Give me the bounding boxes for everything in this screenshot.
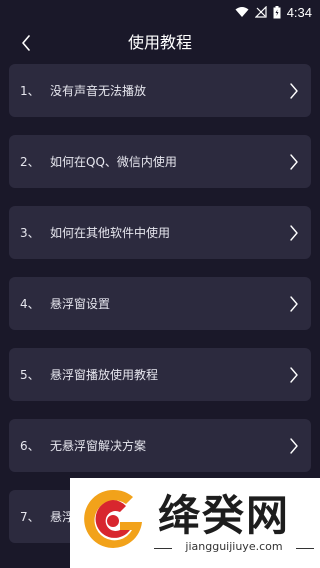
- chevron-right-icon: [290, 437, 298, 454]
- status-bar: 4:34: [0, 0, 320, 24]
- list-item-6[interactable]: 6、 无悬浮窗解决方案: [9, 419, 311, 472]
- item-label: 悬浮窗播放使用教程: [50, 368, 159, 382]
- item-number: 5、: [20, 368, 40, 382]
- list-item-3[interactable]: 3、 如何在其他软件中使用: [9, 206, 311, 259]
- watermark-line-right: [296, 548, 314, 549]
- item-number: 1、: [20, 84, 40, 98]
- watermark-name: 绛癸网: [158, 491, 291, 540]
- item-label: 没有声音无法播放: [50, 84, 147, 98]
- item-label: 悬浮窗设置: [50, 297, 111, 311]
- chevron-right-icon: [290, 224, 298, 241]
- watermark: 绛癸网 jiangguijiuye.com: [70, 478, 320, 568]
- wifi-icon: [235, 7, 249, 17]
- header: 使用教程: [0, 24, 320, 62]
- battery-icon: [273, 5, 281, 18]
- watermark-url: jiangguijiuye.com: [185, 540, 283, 553]
- list-item-2[interactable]: 2、 如何在QQ、微信内使用: [9, 135, 311, 188]
- chevron-right-icon: [290, 82, 298, 99]
- chevron-right-icon: [290, 366, 298, 383]
- list-item-4[interactable]: 4、 悬浮窗设置: [9, 277, 311, 330]
- chevron-right-icon: [290, 295, 298, 312]
- list-item-1[interactable]: 1、 没有声音无法播放: [9, 64, 311, 117]
- item-label: 无悬浮窗解决方案: [50, 439, 147, 453]
- item-number: 4、: [20, 297, 40, 311]
- no-signal-icon: [254, 6, 267, 18]
- chevron-left-icon: [22, 35, 30, 51]
- back-button[interactable]: [12, 28, 40, 58]
- watermark-logo-icon: [84, 489, 142, 548]
- chevron-right-icon: [290, 153, 298, 170]
- status-time: 4:34: [286, 4, 312, 20]
- item-number: 2、: [20, 155, 40, 169]
- item-number: 3、: [20, 226, 40, 240]
- item-label: 如何在其他软件中使用: [50, 226, 171, 240]
- item-number: 7、: [20, 510, 40, 524]
- page-title: 使用教程: [127, 33, 192, 52]
- list-item-5[interactable]: 5、 悬浮窗播放使用教程: [9, 348, 311, 401]
- item-label: 如何在QQ、微信内使用: [50, 155, 177, 169]
- item-number: 6、: [20, 439, 40, 453]
